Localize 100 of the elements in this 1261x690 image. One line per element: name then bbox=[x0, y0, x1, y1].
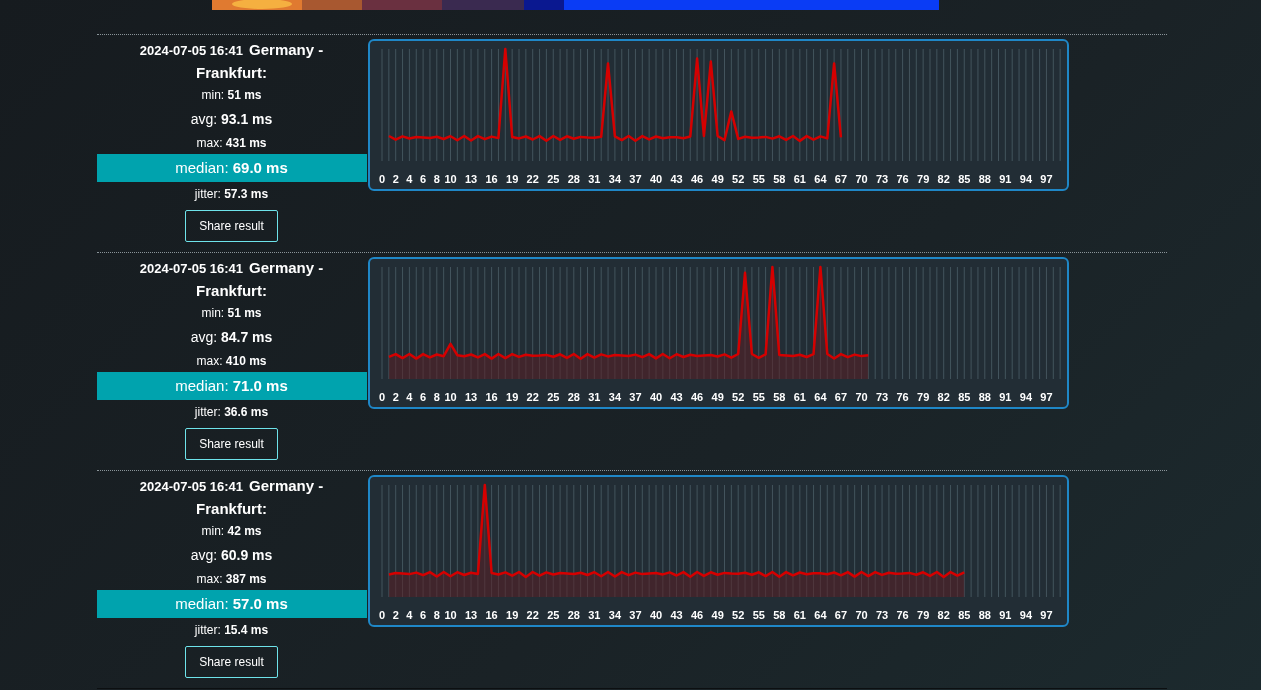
axis-label: 25 bbox=[546, 391, 559, 403]
avg-stat: avg: 84.7 ms bbox=[190, 328, 273, 347]
jitter-stat: jitter: 15.4 ms bbox=[194, 622, 269, 639]
axis-label: 91 bbox=[998, 391, 1011, 403]
min-stat: min: 42 ms bbox=[201, 523, 262, 540]
axis-label: 8 bbox=[433, 173, 440, 185]
axis-label: 46 bbox=[690, 391, 703, 403]
axis-label: 85 bbox=[957, 391, 970, 403]
axis-label: 6 bbox=[419, 173, 426, 185]
axis-label: 43 bbox=[669, 609, 683, 621]
result-title: 2024-07-05 16:41 Germany - Frankfurt: bbox=[138, 476, 325, 519]
axis-label: 58 bbox=[772, 391, 785, 403]
axis-label: 37 bbox=[628, 609, 642, 621]
axis-label: 40 bbox=[649, 609, 662, 621]
axis-label: 34 bbox=[608, 609, 621, 621]
axis-label: 97 bbox=[1039, 173, 1053, 185]
axis-label: 6 bbox=[419, 391, 426, 403]
axis-label: 82 bbox=[937, 609, 950, 621]
axis-label: 13 bbox=[464, 391, 477, 403]
axis-label: 0 bbox=[378, 391, 385, 403]
axis-label: 82 bbox=[937, 391, 950, 403]
axis-label: 55 bbox=[752, 173, 765, 185]
axis-label: 2 bbox=[392, 609, 399, 621]
axis-label: 64 bbox=[813, 391, 827, 403]
axis-label: 13 bbox=[464, 609, 477, 621]
axis-label: 10 bbox=[443, 609, 457, 621]
axis-label: 67 bbox=[834, 173, 847, 185]
axis-label: 46 bbox=[690, 609, 703, 621]
axis-label: 19 bbox=[505, 391, 518, 403]
axis-label: 52 bbox=[731, 173, 744, 185]
axis-label: 34 bbox=[608, 173, 621, 185]
result-title: 2024-07-05 16:41 Germany - Frankfurt: bbox=[138, 40, 325, 83]
axis-label: 55 bbox=[752, 391, 765, 403]
min-stat: min: 51 ms bbox=[201, 305, 262, 322]
axis-label: 34 bbox=[608, 391, 621, 403]
axis-label: 19 bbox=[505, 173, 518, 185]
axis-label: 61 bbox=[793, 173, 806, 185]
axis-label: 22 bbox=[526, 391, 539, 403]
axis-label: 67 bbox=[834, 609, 847, 621]
axis-label: 58 bbox=[772, 173, 785, 185]
max-stat: max: 410 ms bbox=[196, 353, 267, 370]
axis-label: 82 bbox=[937, 173, 950, 185]
axis-label: 85 bbox=[957, 173, 970, 185]
axis-label: 70 bbox=[854, 391, 868, 403]
axis-label: 52 bbox=[731, 391, 744, 403]
axis-label: 4 bbox=[405, 173, 412, 185]
axis-label: 37 bbox=[628, 391, 642, 403]
axis-label: 10 bbox=[443, 173, 457, 185]
axis-label: 0 bbox=[378, 609, 385, 621]
axis-label: 16 bbox=[484, 609, 498, 621]
axis-label: 49 bbox=[711, 609, 724, 621]
axis-label: 55 bbox=[752, 609, 765, 621]
axis-label: 91 bbox=[998, 609, 1011, 621]
axis-label: 40 bbox=[649, 173, 662, 185]
axis-label: 91 bbox=[998, 173, 1011, 185]
axis-label: 76 bbox=[895, 391, 909, 403]
axis-label: 64 bbox=[813, 609, 827, 621]
jitter-stat: jitter: 57.3 ms bbox=[194, 186, 269, 203]
axis-label: 79 bbox=[916, 609, 929, 621]
axis-label: 97 bbox=[1039, 391, 1053, 403]
axis-label: 13 bbox=[464, 173, 477, 185]
share-button[interactable]: Share result bbox=[185, 428, 278, 460]
share-button[interactable]: Share result bbox=[185, 646, 278, 678]
axis-label: 28 bbox=[567, 609, 580, 621]
axis-label: 16 bbox=[484, 173, 498, 185]
axis-label: 10 bbox=[443, 391, 457, 403]
axis-label: 97 bbox=[1039, 609, 1053, 621]
axis-label: 2 bbox=[392, 173, 399, 185]
axis-label: 61 bbox=[793, 609, 806, 621]
jitter-stat: jitter: 36.6 ms bbox=[194, 404, 269, 421]
avg-stat: avg: 60.9 ms bbox=[190, 546, 273, 565]
axis-label: 85 bbox=[957, 609, 970, 621]
axis-label: 73 bbox=[875, 609, 888, 621]
axis-label: 79 bbox=[916, 173, 929, 185]
axis-label: 79 bbox=[916, 391, 929, 403]
median-bar: median: 71.0 ms bbox=[96, 372, 367, 400]
axis-label: 8 bbox=[433, 609, 440, 621]
axis-label: 2 bbox=[392, 391, 399, 403]
axis-label: 76 bbox=[895, 173, 909, 185]
axis-label: 6 bbox=[419, 609, 426, 621]
axis-label: 70 bbox=[854, 609, 868, 621]
axis-label: 22 bbox=[526, 173, 539, 185]
axis-label: 19 bbox=[505, 609, 518, 621]
axis-label: 67 bbox=[834, 391, 847, 403]
median-bar: median: 57.0 ms bbox=[96, 590, 367, 618]
axis-label: 94 bbox=[1019, 173, 1032, 185]
median-bar: median: 69.0 ms bbox=[96, 154, 367, 182]
axis-label: 28 bbox=[567, 173, 580, 185]
axis-label: 88 bbox=[978, 173, 991, 185]
axis-label: 4 bbox=[405, 391, 412, 403]
axis-label: 31 bbox=[587, 391, 600, 403]
axis-label: 31 bbox=[587, 173, 600, 185]
axis-label: 43 bbox=[669, 173, 683, 185]
axis-label: 52 bbox=[731, 609, 744, 621]
axis-label: 73 bbox=[875, 391, 888, 403]
share-button[interactable]: Share result bbox=[185, 210, 278, 242]
axis-label: 0 bbox=[378, 173, 385, 185]
axis-label: 43 bbox=[669, 391, 683, 403]
avg-stat: avg: 93.1 ms bbox=[190, 110, 273, 129]
axis-label: 16 bbox=[484, 391, 498, 403]
